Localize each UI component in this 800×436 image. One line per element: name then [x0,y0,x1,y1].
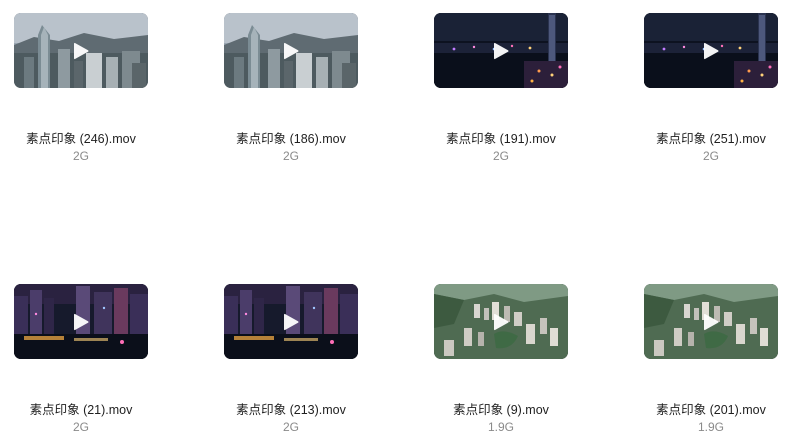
file-name[interactable]: 素点印象 (213).mov [178,399,404,418]
file-card[interactable]: 素点印象 (201).mov 1.9G [638,284,800,436]
file-size: 2G [282,420,299,434]
file-name[interactable]: 素点印象 (21).mov [0,399,194,418]
file-grid: 素点印象 (246).mov 2G 素点印象 (186).mov 2G 素点印象… [0,0,800,436]
file-card[interactable]: 素点印象 (251).mov 2G [638,13,800,183]
video-thumbnail[interactable] [434,13,568,88]
file-name[interactable]: 素点印象 (201).mov [598,399,800,418]
video-thumbnail[interactable] [224,13,358,88]
play-icon[interactable] [282,312,300,332]
play-icon[interactable] [702,41,720,61]
play-icon[interactable] [492,41,510,61]
video-thumbnail[interactable] [644,13,778,88]
file-size: 1.9G [697,420,724,434]
file-size: 2G [492,149,509,163]
file-size: 2G [72,149,89,163]
file-size: 2G [282,149,299,163]
play-icon[interactable] [72,41,90,61]
video-thumbnail[interactable] [434,284,568,359]
play-icon[interactable] [72,312,90,332]
video-thumbnail[interactable] [14,284,148,359]
video-thumbnail[interactable] [644,284,778,359]
file-name[interactable]: 素点印象 (191).mov [388,128,614,147]
file-name[interactable]: 素点印象 (251).mov [598,128,800,147]
play-icon[interactable] [282,41,300,61]
file-name[interactable]: 素点印象 (186).mov [178,128,404,147]
video-thumbnail[interactable] [14,13,148,88]
file-size: 1.9G [487,420,514,434]
file-name[interactable]: 素点印象 (9).mov [388,399,614,418]
play-icon[interactable] [492,312,510,332]
play-icon[interactable] [702,312,720,332]
video-thumbnail[interactable] [224,284,358,359]
file-size: 2G [702,149,719,163]
file-name[interactable]: 素点印象 (246).mov [0,128,194,147]
file-size: 2G [72,420,89,434]
